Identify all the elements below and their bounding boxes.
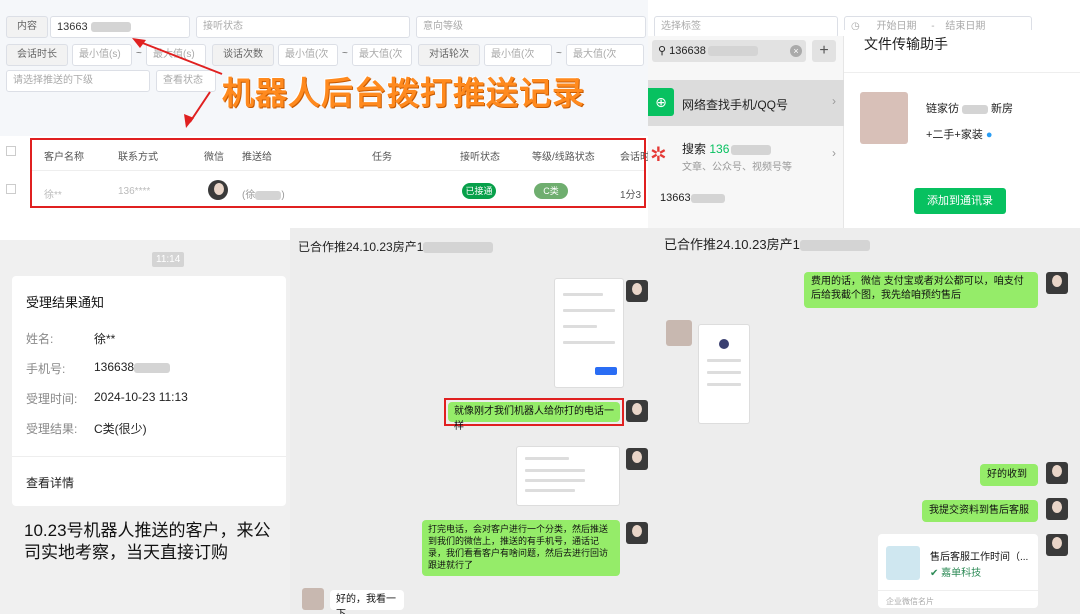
col-contact: 联系方式 xyxy=(118,152,158,163)
window-title: 文件传输助手 xyxy=(864,36,948,52)
message-bubble[interactable]: 好的收到 xyxy=(980,464,1038,486)
add-contact-icon: ⊕ xyxy=(648,88,674,116)
chevron-right-icon: › xyxy=(832,94,836,108)
avatar xyxy=(666,320,692,346)
col-wechat: 微信 xyxy=(204,152,224,163)
chat-title: 已合作推24.10.23房产1 xyxy=(664,234,870,253)
admin-panel: 内容 13663 接听状态 意向等级 会话时长 最小值(s) ~ 最大值(s) … xyxy=(0,0,650,240)
avatar xyxy=(302,588,324,610)
avatar xyxy=(626,522,648,544)
row-checkbox[interactable] xyxy=(6,184,16,194)
intent-tag-select[interactable]: 选择标签 xyxy=(654,16,838,38)
col-duration: 会话时 xyxy=(620,152,650,163)
level-badge: C类 xyxy=(534,183,568,199)
avatar xyxy=(626,280,648,302)
card-avatar xyxy=(886,546,920,580)
select-all-checkbox[interactable] xyxy=(6,146,16,156)
cell-push-to: (徐) xyxy=(242,190,285,201)
col-listen-status: 接听状态 xyxy=(460,152,500,163)
message-bubble[interactable]: 费用的话，微信 支付宝或者对公都可以，咱支付后给我截个图，我先给咱预约售后 xyxy=(804,272,1038,308)
person-icon: ● xyxy=(985,129,993,141)
verified-icon: ✔ xyxy=(930,568,939,579)
image-message[interactable] xyxy=(554,278,624,388)
image-message[interactable] xyxy=(698,324,750,424)
avatar xyxy=(626,448,648,470)
avatar xyxy=(1046,462,1068,484)
clear-icon[interactable]: × xyxy=(790,45,802,57)
result-number: 13663 xyxy=(660,192,725,204)
contact-name: 链家彷 新房 xyxy=(926,103,1013,115)
chat-title: 已合作推24.10.23房产1 xyxy=(298,238,494,255)
card-company: ✔ 嘉单科技 xyxy=(930,568,982,579)
avatar xyxy=(1046,534,1068,556)
contact-card-message[interactable]: 售后客服工作时间（... ✔ 嘉单科技 企业微信名片 xyxy=(878,534,1038,608)
col-push-to: 推送给 xyxy=(242,152,272,163)
search-web-icon: ✲ xyxy=(650,144,667,166)
message-bubble[interactable]: 打完电话，会对客户进行一个分类，然后推送到我们的微信上，推送的有手机号，通话记录… xyxy=(422,520,620,576)
contact-tags: +二手+家装 ● xyxy=(926,129,993,141)
image-message[interactable] xyxy=(516,446,620,506)
caption-text: 10.23号机器人推送的客户，来公司实地考察，当天直接订购 xyxy=(24,521,271,562)
cell-customer: 徐** xyxy=(44,190,62,201)
wechat-search-panel: ⚲ 136638 × + ⊕ 网络查找手机/QQ号 › ✲ 搜索 136 文章、… xyxy=(648,36,844,236)
col-level: 等级/线路状态 xyxy=(532,152,595,163)
search-icon: ⚲ xyxy=(658,45,667,57)
cell-contact: 136**** xyxy=(118,186,151,197)
chat-window-2: 已合作推24.10.23房产1 费用的话，微信 支付宝或者对公都可以，咱支付后给… xyxy=(650,228,1080,614)
search-web-item[interactable]: ✲ 搜索 136 文章、公众号、视频号等 › xyxy=(648,128,844,182)
col-customer: 客户名称 xyxy=(44,152,84,163)
view-details-link[interactable]: 查看详情 xyxy=(26,474,74,491)
avatar xyxy=(626,400,648,422)
file-helper-panel: 文件传输助手 链家彷 新房 +二手+家装 ● 添加到通讯录 xyxy=(844,30,1080,230)
status-badge: 已接通 xyxy=(462,183,496,199)
wechat-avatar xyxy=(208,180,228,200)
receipt-panel: 11:14 受理结果通知 姓名: 徐** 手机号: 136638 受理时间: 2… xyxy=(0,240,290,614)
add-button[interactable]: + xyxy=(812,40,836,62)
cell-duration: 1分3 xyxy=(620,190,642,201)
message-time: 11:14 xyxy=(152,252,185,267)
avatar xyxy=(1046,498,1068,520)
receipt-title: 受理结果通知 xyxy=(26,295,105,310)
chat-window-1: 已合作推24.10.23房产1 就像刚才我们机器人给你打的电话一样 打完电话，会… xyxy=(290,228,650,614)
card-footer: 企业微信名片 xyxy=(886,597,934,606)
message-bubble[interactable]: 我提交资料到售后客服 xyxy=(922,500,1038,522)
net-find-item[interactable]: ⊕ 网络查找手机/QQ号 › xyxy=(648,80,844,126)
receipt-card[interactable]: 受理结果通知 姓名: 徐** 手机号: 136638 受理时间: 2024-10… xyxy=(12,276,286,506)
col-task: 任务 xyxy=(372,152,392,163)
search-input[interactable]: ⚲ 136638 × xyxy=(652,40,806,62)
contact-avatar xyxy=(860,92,908,144)
chevron-right-icon: › xyxy=(832,146,836,160)
add-to-contacts-button[interactable]: 添加到通讯录 xyxy=(914,188,1006,214)
message-bubble[interactable]: 就像刚才我们机器人给你打的电话一样 xyxy=(448,402,620,432)
message-bubble[interactable]: 好的，我看一下 xyxy=(330,590,404,614)
avatar xyxy=(1046,272,1068,294)
card-title: 售后客服工作时间（... xyxy=(930,552,1029,563)
